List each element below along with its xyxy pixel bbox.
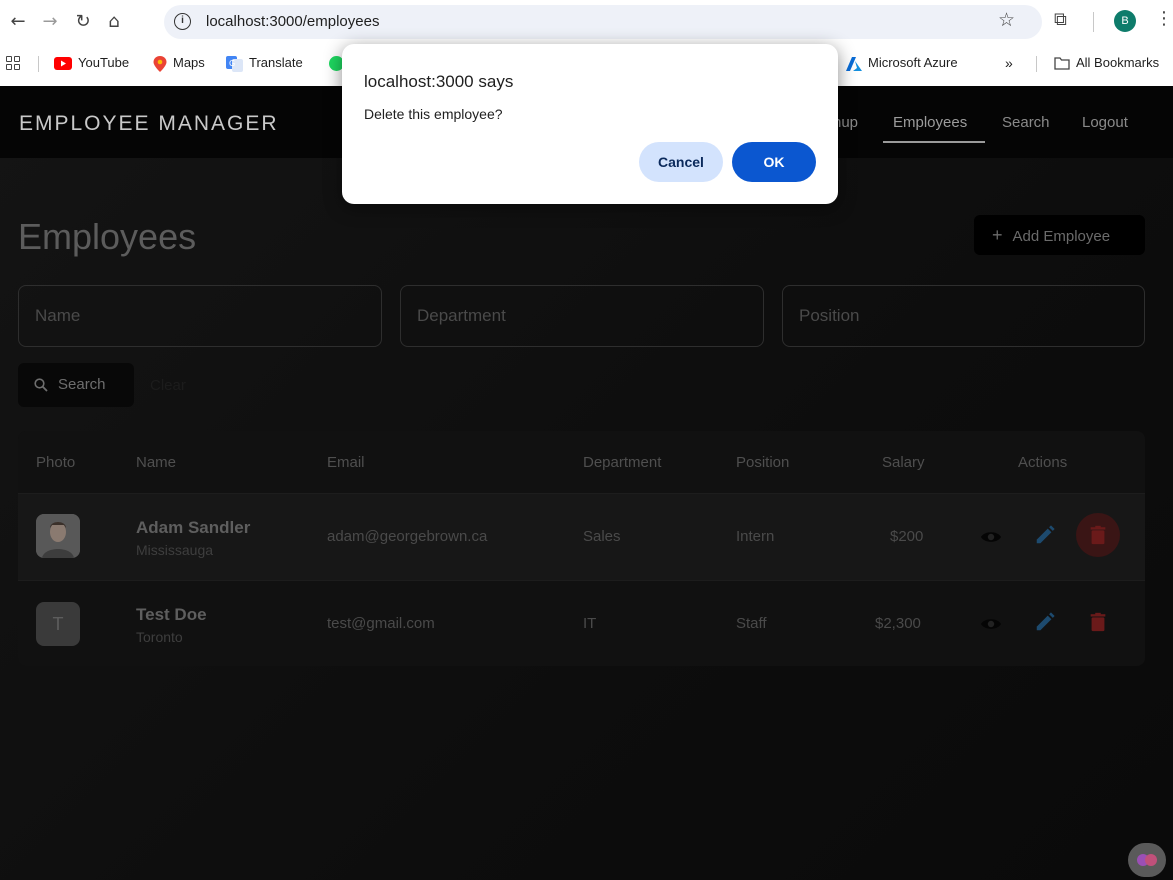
search-icon (34, 378, 48, 392)
name-filter-input[interactable]: Name (18, 285, 382, 347)
header-photo: Photo (36, 454, 76, 471)
header-department: Department (583, 454, 662, 471)
dialog-title: localhost:3000 says (364, 72, 514, 91)
all-bookmarks-label: All Bookmarks (1076, 55, 1160, 70)
translate-icon: G (226, 55, 243, 72)
header-name: Name (136, 454, 177, 471)
header-actions: Actions (1018, 454, 1068, 471)
bookmark-label: Microsoft Azure (868, 55, 958, 70)
employee-email: test@gmail.com (327, 615, 435, 632)
employee-name: Test Doe (136, 605, 207, 624)
table-row[interactable]: T Test Doe Toronto test@gmail.com IT Sta… (18, 580, 1145, 666)
extensions-icon[interactable]: ⧉ (1054, 9, 1067, 30)
department-placeholder: Department (417, 306, 506, 325)
folder-icon (1054, 57, 1070, 70)
bookmark-label: Maps (173, 55, 205, 70)
app-brand[interactable]: EMPLOYEE MANAGER (19, 112, 279, 136)
employee-email: adam@georgebrown.ca (327, 528, 488, 545)
edit-pencil-icon[interactable] (1034, 524, 1056, 546)
employee-salary: $200 (890, 528, 924, 545)
reload-icon[interactable]: ↻ (71, 10, 95, 34)
search-button[interactable]: Search (18, 363, 134, 407)
employee-initial-avatar: T (36, 602, 80, 646)
cancel-button[interactable]: Cancel (639, 142, 723, 182)
bookmark-star-icon[interactable]: ☆ (998, 9, 1015, 31)
employee-name: Adam Sandler (136, 518, 251, 537)
add-employee-button[interactable]: + Add Employee (974, 215, 1145, 255)
clear-button[interactable]: Clear (150, 377, 186, 394)
header-email: Email (327, 454, 365, 471)
position-placeholder: Position (799, 306, 860, 325)
view-eye-icon[interactable] (980, 613, 1002, 635)
back-arrow-icon[interactable]: ← (6, 10, 30, 34)
bookmark-maps[interactable]: Maps (153, 55, 205, 72)
view-eye-icon[interactable] (980, 526, 1002, 548)
site-info-icon[interactable]: i (174, 13, 191, 30)
youtube-icon (54, 57, 72, 71)
home-icon[interactable]: ⌂ (102, 10, 126, 34)
delete-trash-icon[interactable] (1087, 611, 1109, 633)
nav-search[interactable]: Search (1002, 114, 1050, 131)
address-bar-row: ← → ↻ ⌂ i localhost:3000/employees ☆ ⧉ B… (0, 0, 1173, 44)
table-row[interactable]: Adam Sandler Mississauga adam@georgebrow… (18, 494, 1145, 580)
employee-department: Sales (583, 528, 621, 545)
floating-extension-icon[interactable] (1128, 843, 1166, 877)
brain-icon (1137, 854, 1157, 866)
ok-button[interactable]: OK (732, 142, 816, 182)
dialog-message: Delete this employee? (364, 106, 503, 122)
maps-icon (153, 55, 167, 72)
profile-avatar[interactable]: B (1114, 10, 1136, 32)
omnibox[interactable]: i localhost:3000/employees (164, 5, 1042, 39)
nav-logout[interactable]: Logout (1082, 114, 1128, 131)
plus-icon: + (992, 225, 1003, 245)
department-filter-input[interactable]: Department (400, 285, 764, 347)
employees-table: Photo Name Email Department Position Sal… (18, 431, 1145, 666)
bookmarks-overflow-icon[interactable]: » (1005, 55, 1013, 71)
add-employee-label: Add Employee (1012, 228, 1111, 245)
header-position: Position (736, 454, 790, 471)
bookmarks-divider (1036, 56, 1037, 72)
bookmark-azure[interactable]: Microsoft Azure (846, 55, 958, 71)
apps-grid-icon[interactable] (6, 56, 20, 70)
header-salary: Salary (882, 454, 925, 471)
app-page: EMPLOYEE MANAGER nup Employees Search Lo… (0, 86, 1173, 880)
nav-employees[interactable]: Employees (893, 114, 967, 131)
bookmark-translate[interactable]: G Translate (226, 55, 303, 72)
employee-city: Toronto (136, 629, 183, 645)
position-filter-input[interactable]: Position (782, 285, 1145, 347)
bookmark-label: YouTube (78, 55, 130, 70)
bookmarks-divider (38, 56, 39, 72)
search-button-label: Search (58, 376, 106, 393)
employee-position: Staff (736, 615, 767, 632)
edit-pencil-icon[interactable] (1034, 611, 1056, 633)
azure-icon (846, 56, 862, 71)
toolbar-divider (1093, 12, 1094, 32)
employee-city: Mississauga (136, 542, 214, 558)
page-title: Employees (18, 216, 197, 257)
employee-position: Intern (736, 528, 775, 545)
avatar-photo-icon (36, 514, 80, 558)
confirm-dialog: localhost:3000 says Delete this employee… (342, 44, 838, 204)
employee-department: IT (583, 615, 597, 632)
nav-active-indicator (883, 141, 985, 143)
name-placeholder: Name (35, 306, 81, 325)
more-menu-icon[interactable]: ⋮ (1155, 8, 1173, 29)
all-bookmarks[interactable]: All Bookmarks (1054, 55, 1159, 70)
employee-photo (36, 514, 80, 558)
employee-salary: $2,300 (875, 615, 921, 632)
svg-text:G: G (229, 59, 235, 68)
url-text[interactable]: localhost:3000/employees (206, 13, 379, 30)
forward-arrow-icon[interactable]: → (38, 10, 62, 34)
delete-trash-icon[interactable] (1087, 524, 1109, 546)
bookmark-label: Translate (249, 55, 303, 70)
bookmark-youtube[interactable]: YouTube (54, 55, 130, 71)
